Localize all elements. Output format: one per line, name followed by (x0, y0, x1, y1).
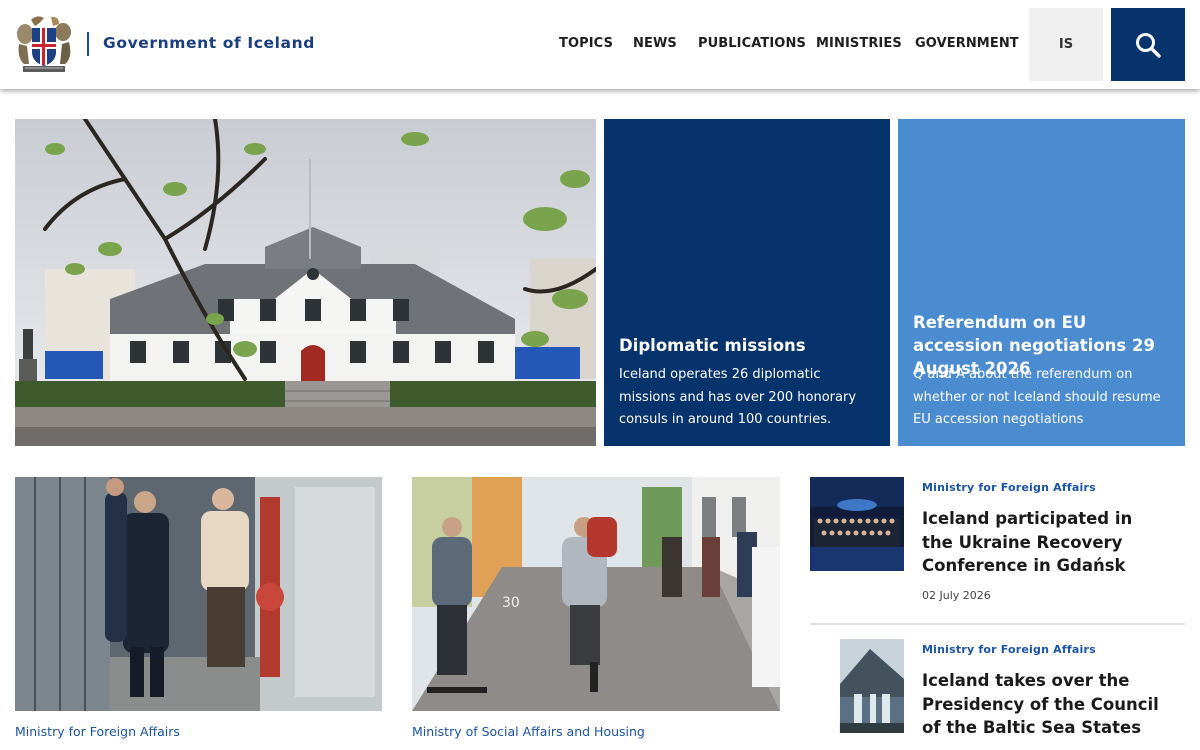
news-card-image[interactable]: 30 (412, 477, 780, 711)
search-button[interactable] (1111, 8, 1185, 81)
nav-ministries[interactable]: MINISTRIES (816, 36, 902, 51)
logo-divider (87, 32, 89, 56)
tile-eu-referendum[interactable]: Referendum on EU accession negotiations … (898, 119, 1185, 446)
tile-text: Iceland operates 26 diplomatic missions … (619, 367, 857, 427)
side-news-date: 02 July 2026 (922, 589, 991, 602)
hero-image[interactable] (15, 119, 596, 446)
divider (810, 623, 1185, 625)
side-news-category[interactable]: Ministry for Foreign Affairs (922, 643, 1096, 656)
language-switch-button[interactable]: IS (1029, 8, 1103, 81)
nav-topics[interactable]: TOPICS (559, 36, 613, 51)
site-title[interactable]: Government of Iceland (103, 34, 315, 52)
side-news-thumbnail[interactable] (810, 639, 904, 733)
nav-publications[interactable]: PUBLICATIONS (698, 36, 806, 51)
site-header: Government of Iceland TOPICS NEWS PUBLIC… (0, 0, 1200, 89)
search-icon (1136, 32, 1161, 58)
tile-diplomatic-missions[interactable]: Diplomatic missions Iceland operates 26 … (604, 119, 890, 446)
coat-of-arms-icon[interactable] (15, 14, 73, 76)
news-card-category[interactable]: Ministry of Social Affairs and Housing (412, 724, 645, 739)
nav-government[interactable]: GOVERNMENT (915, 36, 1019, 51)
news-card-category[interactable]: Ministry for Foreign Affairs (15, 724, 180, 739)
news-card-image[interactable] (15, 477, 382, 711)
side-news-thumbnail[interactable] (810, 477, 904, 571)
side-news-category[interactable]: Ministry for Foreign Affairs (922, 481, 1096, 494)
nav-news[interactable]: NEWS (633, 36, 677, 51)
tile-text: Q and A about the referendum on whether … (913, 367, 1161, 427)
tile-title: Diplomatic missions (619, 336, 806, 355)
road-marking: 30 (502, 595, 520, 611)
side-news-title[interactable]: Iceland participated in the Ukraine Reco… (922, 507, 1162, 578)
side-news-title[interactable]: Iceland takes over the Presidency of the… (922, 669, 1162, 740)
